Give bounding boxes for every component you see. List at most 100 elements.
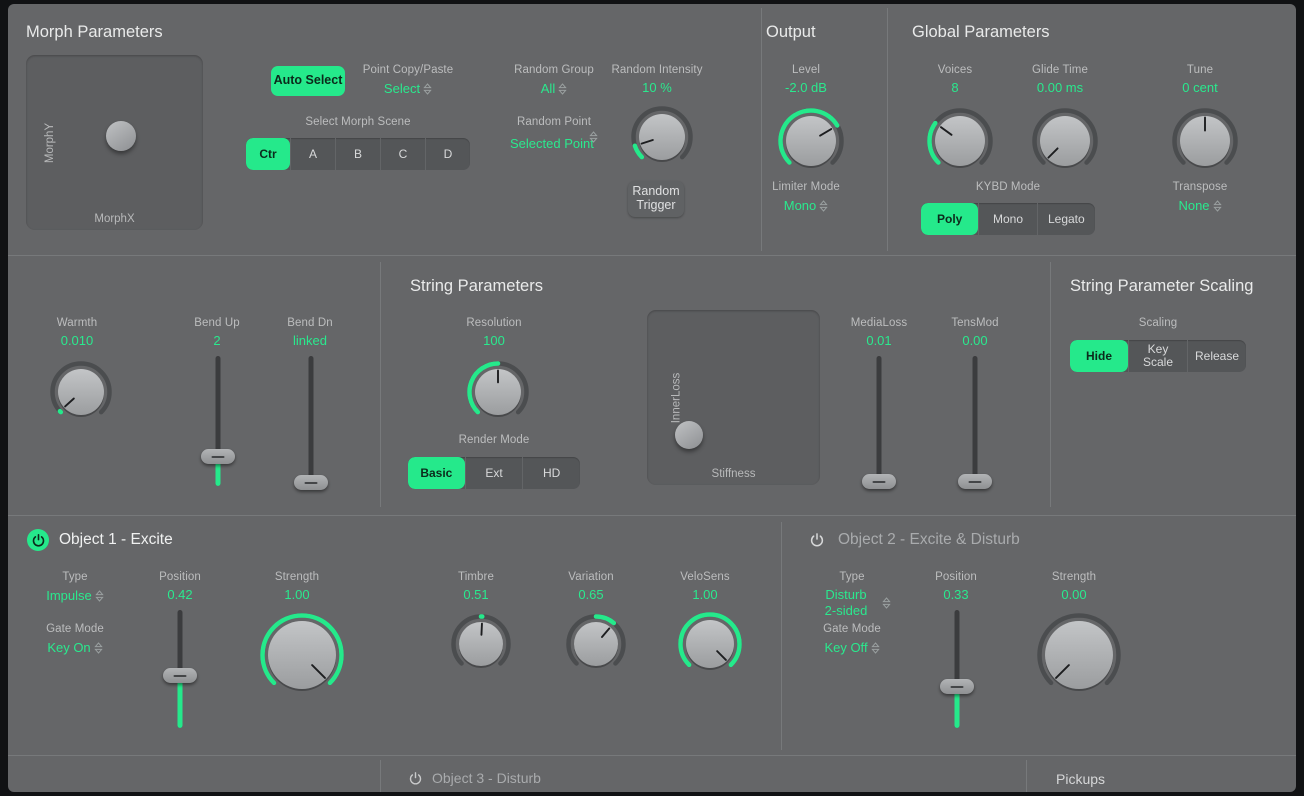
random-group-value: All bbox=[540, 81, 556, 96]
object1-type-value: Impulse bbox=[46, 588, 92, 603]
morph-scene-d[interactable]: D bbox=[425, 138, 470, 170]
object1-position-slider[interactable] bbox=[163, 610, 197, 728]
object1-velosens-label: VeloSens bbox=[680, 571, 730, 583]
divider-pickups bbox=[1026, 760, 1027, 792]
slider-handle[interactable] bbox=[958, 474, 992, 489]
morph-y-axis-label: MorphY bbox=[44, 122, 57, 163]
object2-type-menu[interactable]: Disturb 2-sided bbox=[802, 587, 902, 620]
random-point-menu[interactable]: Selected Point bbox=[504, 131, 604, 153]
render-mode-label: Render Mode bbox=[458, 434, 530, 446]
point-copy-paste-label: Point Copy/Paste bbox=[362, 64, 454, 76]
random-point-value: Selected Point bbox=[510, 136, 594, 151]
level-label: Level bbox=[792, 64, 820, 76]
object1-velosens-knob[interactable] bbox=[674, 608, 746, 680]
slider-handle[interactable] bbox=[862, 474, 896, 489]
warmth-label: Warmth bbox=[56, 317, 98, 329]
plugin-window: Morph Parameters MorphY MorphX Auto Sele… bbox=[8, 4, 1296, 792]
global-parameters-title: Global Parameters bbox=[912, 23, 1050, 41]
scaling-key-scale[interactable]: Key Scale bbox=[1128, 340, 1187, 372]
kybd-mode-legato[interactable]: Legato bbox=[1036, 203, 1095, 235]
morph-scene-b[interactable]: B bbox=[335, 138, 380, 170]
object1-strength-knob[interactable] bbox=[256, 609, 348, 701]
auto-select-button[interactable]: Auto Select bbox=[271, 66, 345, 96]
slider-handle[interactable] bbox=[940, 679, 974, 694]
point-copy-paste-menu[interactable]: Select bbox=[351, 80, 465, 98]
bend-dn-label: Bend Dn bbox=[287, 317, 333, 329]
object2-strength-value: 0.00 bbox=[1061, 587, 1087, 602]
voices-label: Voices bbox=[937, 64, 973, 76]
object2-gate-mode-menu[interactable]: Key Off bbox=[802, 639, 902, 657]
morph-xy-handle[interactable] bbox=[106, 121, 136, 151]
tune-knob[interactable] bbox=[1168, 104, 1242, 178]
random-intensity-knob[interactable] bbox=[627, 102, 697, 172]
limiter-mode-label: Limiter Mode bbox=[772, 181, 840, 193]
object2-header: Object 2 - Excite & Disturb bbox=[806, 529, 1020, 551]
bend-dn-value: linked bbox=[293, 333, 327, 348]
morph-scene-ctr[interactable]: Ctr bbox=[246, 138, 290, 170]
level-knob[interactable] bbox=[774, 104, 848, 178]
morph-xy-pad[interactable]: MorphY MorphX bbox=[26, 55, 203, 230]
warmth-knob[interactable] bbox=[46, 357, 116, 427]
slider-handle[interactable] bbox=[294, 475, 328, 490]
string-xy-handle[interactable] bbox=[675, 421, 703, 449]
object2-strength-knob[interactable] bbox=[1033, 609, 1125, 701]
object1-position-value: 0.42 bbox=[167, 587, 193, 602]
bend-up-value: 2 bbox=[213, 333, 221, 348]
random-group-menu[interactable]: All bbox=[504, 80, 604, 98]
object2-position-label: Position bbox=[935, 571, 977, 583]
object1-power-button[interactable] bbox=[27, 529, 49, 551]
render-mode-ext[interactable]: Ext bbox=[464, 457, 523, 489]
stiffness-axis-label: Stiffness bbox=[711, 468, 756, 480]
morph-scene-a[interactable]: A bbox=[290, 138, 335, 170]
slider-handle[interactable] bbox=[201, 449, 235, 464]
render-mode-basic[interactable]: Basic bbox=[408, 457, 465, 489]
kybd-mode-poly[interactable]: Poly bbox=[921, 203, 979, 235]
object1-gate-mode-menu[interactable]: Key On bbox=[25, 639, 125, 657]
object1-variation-knob[interactable] bbox=[562, 610, 630, 678]
bend-up-slider[interactable] bbox=[201, 356, 235, 486]
string-xy-pad[interactable]: InnerLoss Stiffness bbox=[647, 310, 820, 485]
chevron-updown-icon bbox=[95, 590, 104, 602]
tune-value: 0 cent bbox=[1182, 80, 1218, 95]
divider-row1 bbox=[8, 255, 1296, 256]
object3-power-button[interactable] bbox=[406, 769, 424, 787]
voices-knob[interactable] bbox=[923, 104, 997, 178]
power-icon bbox=[810, 533, 824, 547]
render-mode-hd[interactable]: HD bbox=[522, 457, 580, 489]
morph-x-axis-label: MorphX bbox=[94, 213, 135, 225]
random-group-label: Random Group bbox=[514, 64, 594, 76]
point-copy-paste-value: Select bbox=[383, 81, 421, 96]
bend-dn-slider[interactable] bbox=[294, 356, 328, 490]
output-title: Output bbox=[766, 23, 816, 41]
slider-track bbox=[308, 356, 314, 486]
scaling-release[interactable]: Release bbox=[1187, 340, 1246, 372]
random-intensity-label: Random Intensity bbox=[611, 64, 703, 76]
object2-type-value: Disturb 2-sided bbox=[824, 587, 868, 618]
object1-header: Object 1 - Excite bbox=[27, 529, 173, 551]
object1-timbre-knob[interactable] bbox=[447, 610, 515, 678]
random-trigger-button[interactable]: Random Trigger bbox=[628, 181, 684, 217]
object2-power-button[interactable] bbox=[806, 529, 828, 551]
chevron-updown-icon bbox=[819, 200, 828, 212]
object2-position-slider[interactable] bbox=[940, 610, 974, 728]
object1-type-menu[interactable]: Impulse bbox=[25, 587, 125, 605]
string-parameter-scaling-title: String Parameter Scaling bbox=[1070, 277, 1254, 295]
object1-title: Object 1 - Excite bbox=[59, 531, 173, 548]
limiter-mode-menu[interactable]: Mono bbox=[756, 197, 856, 215]
divider-row2 bbox=[8, 515, 1296, 516]
glide-time-knob[interactable] bbox=[1028, 104, 1102, 178]
warmth-value: 0.010 bbox=[60, 333, 94, 348]
pickups-title: Pickups bbox=[1056, 771, 1106, 787]
scaling-hide[interactable]: Hide bbox=[1070, 340, 1128, 372]
morph-scene-c[interactable]: C bbox=[380, 138, 425, 170]
resolution-label: Resolution bbox=[466, 317, 522, 329]
bend-up-label: Bend Up bbox=[194, 317, 240, 329]
media-loss-slider[interactable] bbox=[862, 356, 896, 489]
chevron-updown-icon bbox=[870, 642, 880, 654]
tens-mod-slider[interactable] bbox=[958, 356, 992, 489]
kybd-mode-mono[interactable]: Mono bbox=[978, 203, 1036, 235]
slider-handle[interactable] bbox=[163, 668, 197, 683]
level-value: -2.0 dB bbox=[785, 80, 827, 95]
transpose-menu[interactable]: None bbox=[1150, 197, 1250, 215]
resolution-knob[interactable] bbox=[463, 357, 533, 427]
